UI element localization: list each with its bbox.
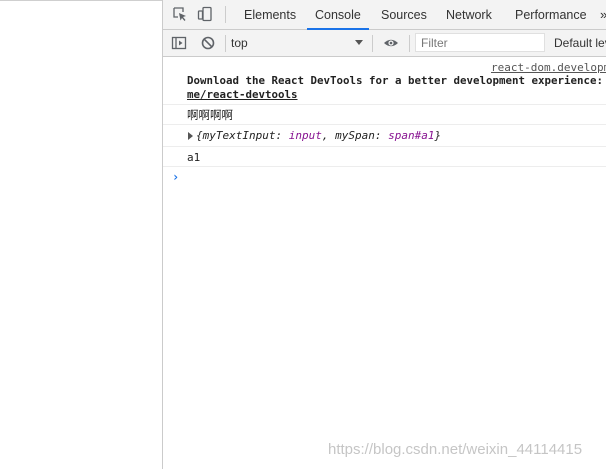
watermark-text: https://blog.csdn.net/weixin_44114415 bbox=[328, 441, 583, 458]
react-devtools-link[interactable]: me/react-devtools bbox=[187, 88, 298, 102]
object-key: mySpan bbox=[335, 129, 375, 142]
console-toolbar: top Default lev bbox=[163, 30, 606, 57]
object-preview[interactable]: {myTextInput: input, mySpan: span#a1} bbox=[196, 129, 441, 143]
device-toolbar-icon[interactable] bbox=[197, 6, 213, 22]
toolbar-separator bbox=[372, 35, 373, 52]
more-tabs-icon[interactable]: » bbox=[600, 0, 606, 29]
log-levels-dropdown[interactable]: Default lev bbox=[554, 34, 606, 52]
tab-elements[interactable]: Elements bbox=[244, 0, 296, 29]
console-message: react-dom.developm Download the React De… bbox=[163, 57, 606, 105]
prompt-chevron-icon: › bbox=[172, 170, 180, 184]
devtools-tabbar: Elements Console Sources Network Perform… bbox=[163, 0, 606, 30]
screenshot-root: Elements Console Sources Network Perform… bbox=[0, 0, 606, 469]
console-prompt[interactable]: › bbox=[163, 167, 606, 187]
object-key: myTextInput bbox=[202, 129, 276, 142]
message-text: Download the React DevTools for a better… bbox=[187, 74, 604, 87]
console-filter-input[interactable] bbox=[416, 34, 544, 51]
console-message: a1 bbox=[163, 147, 606, 167]
page-viewport[interactable] bbox=[0, 1, 162, 469]
tab-sources[interactable]: Sources bbox=[381, 0, 427, 29]
console-message: 啊啊啊啊 bbox=[163, 105, 606, 125]
tab-network[interactable]: Network bbox=[446, 0, 492, 29]
object-brace: } bbox=[434, 129, 442, 142]
object-colon: : bbox=[275, 129, 289, 142]
object-separator: , bbox=[321, 129, 336, 142]
tab-console[interactable]: Console bbox=[307, 0, 369, 30]
object-value: span#a1 bbox=[388, 129, 435, 142]
object-brace: { bbox=[196, 129, 203, 142]
message-text: 啊啊啊啊 bbox=[187, 108, 233, 122]
devtools-panel: Elements Console Sources Network Perform… bbox=[162, 0, 606, 469]
tabbar-separator bbox=[225, 6, 226, 23]
live-expression-eye-icon[interactable] bbox=[383, 35, 399, 51]
toolbar-separator bbox=[409, 35, 410, 52]
message-text: a1 bbox=[187, 151, 201, 164]
filter-box bbox=[415, 33, 545, 52]
execution-context-value: top bbox=[231, 36, 248, 50]
clear-console-icon[interactable] bbox=[200, 35, 216, 51]
dropdown-arrow-icon[interactable] bbox=[355, 40, 363, 45]
expand-object-triangle-icon[interactable] bbox=[188, 132, 193, 140]
console-message: {myTextInput: input, mySpan: span#a1} bbox=[163, 125, 606, 147]
message-source-link[interactable]: react-dom.developm bbox=[491, 61, 606, 74]
execution-context-select[interactable]: top bbox=[231, 34, 367, 52]
object-value: input bbox=[288, 129, 322, 142]
console-output: react-dom.developm Download the React De… bbox=[163, 57, 606, 469]
object-colon: : bbox=[374, 129, 389, 142]
tab-performance[interactable]: Performance bbox=[515, 0, 587, 29]
toolbar-separator bbox=[225, 35, 226, 52]
inspect-element-icon[interactable] bbox=[172, 6, 188, 22]
show-sidebar-icon[interactable] bbox=[171, 35, 187, 51]
